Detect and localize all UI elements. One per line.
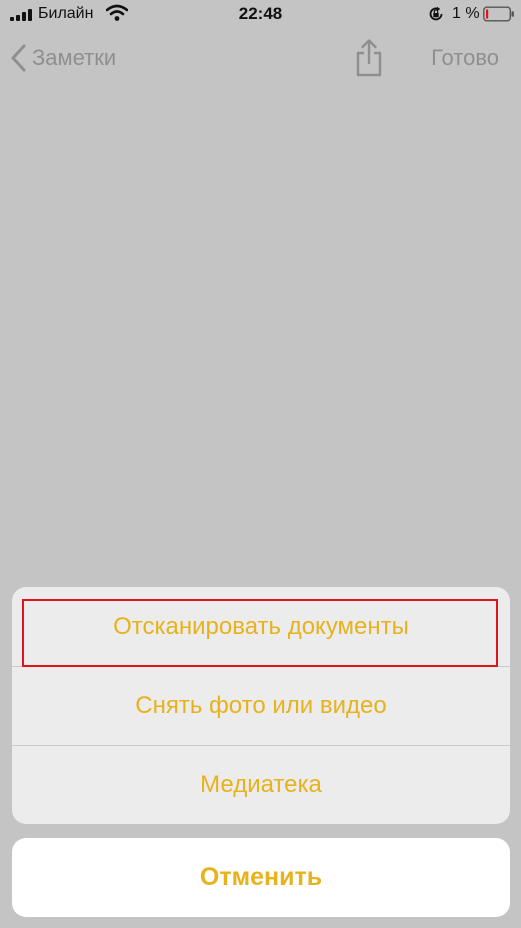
done-button[interactable]: Готово (431, 45, 499, 71)
media-library-label: Медиатека (200, 771, 322, 798)
cancel-button-label: Отменить (199, 863, 323, 891)
cancel-button[interactable]: Отменить (12, 838, 510, 917)
battery-icon (483, 6, 514, 22)
take-photo-or-video-option[interactable]: Снять фото или видео (12, 666, 510, 745)
share-icon[interactable] (354, 38, 384, 78)
media-library-option[interactable]: Медиатека (12, 745, 510, 824)
back-button[interactable]: Заметки (10, 42, 116, 74)
scan-documents-label: Отсканировать документы (113, 612, 409, 640)
status-bar: Билайн 22:48 1 % (0, 0, 521, 28)
navigation-bar: Заметки Готово (0, 28, 521, 88)
back-button-label: Заметки (32, 45, 117, 70)
chevron-left-icon (11, 44, 26, 72)
dimmed-notes-background[interactable]: Билайн 22:48 1 % Заметки Готово Отсканир… (0, 0, 521, 928)
scan-documents-option[interactable]: Отсканировать документы (12, 587, 510, 666)
take-photo-or-video-label: Снять фото или видео (135, 692, 387, 719)
orientation-lock-icon (429, 6, 443, 21)
action-sheet: Отсканировать документы Снять фото или в… (12, 587, 510, 824)
battery-percent: 1 % (452, 5, 480, 22)
